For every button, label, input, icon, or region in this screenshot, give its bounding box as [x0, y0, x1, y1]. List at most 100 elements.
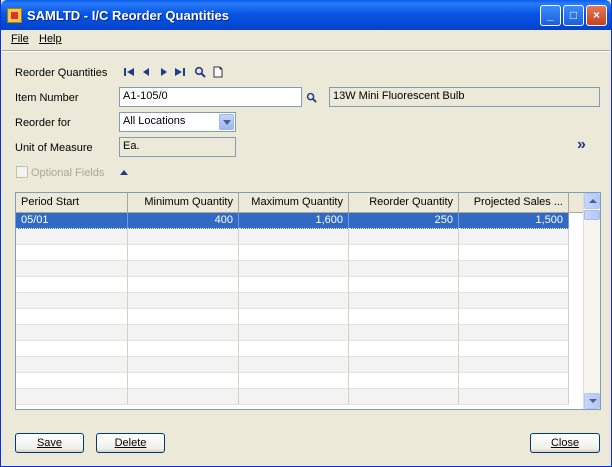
scroll-up-icon[interactable]	[584, 193, 600, 209]
scroll-down-icon[interactable]	[584, 393, 600, 409]
table-cell[interactable]	[349, 389, 459, 405]
table-row[interactable]	[16, 325, 586, 341]
table-cell[interactable]	[128, 261, 239, 277]
table-cell[interactable]	[128, 341, 239, 357]
table-row[interactable]	[16, 277, 586, 293]
optional-fields-checkbox[interactable]	[16, 166, 28, 178]
table-cell[interactable]	[459, 325, 569, 341]
item-number-input[interactable]: A1-105/0	[119, 87, 302, 107]
table-row[interactable]	[16, 293, 586, 309]
table-cell[interactable]	[16, 229, 128, 245]
table-cell[interactable]: 250	[349, 213, 459, 229]
scroll-thumb[interactable]	[584, 210, 600, 220]
table-cell[interactable]	[239, 357, 349, 373]
table-cell[interactable]	[459, 389, 569, 405]
maximize-button[interactable]: □	[563, 5, 584, 26]
table-cell[interactable]	[16, 325, 128, 341]
table-cell[interactable]	[459, 261, 569, 277]
table-cell[interactable]	[459, 309, 569, 325]
table-cell[interactable]	[16, 357, 128, 373]
table-cell[interactable]	[128, 325, 239, 341]
table-cell[interactable]	[349, 341, 459, 357]
new-document-icon[interactable]	[212, 66, 224, 78]
column-header[interactable]: Minimum Quantity	[128, 193, 239, 212]
table-cell[interactable]	[349, 325, 459, 341]
table-cell[interactable]	[459, 277, 569, 293]
table-cell[interactable]: 400	[128, 213, 239, 229]
table-cell[interactable]	[349, 245, 459, 261]
dropdown-arrow-icon[interactable]	[219, 114, 234, 130]
previous-record-icon[interactable]	[140, 66, 152, 78]
table-cell[interactable]	[128, 245, 239, 261]
table-cell[interactable]	[128, 229, 239, 245]
table-cell[interactable]	[128, 277, 239, 293]
table-cell[interactable]: 1,600	[239, 213, 349, 229]
table-cell[interactable]	[239, 389, 349, 405]
vertical-scrollbar[interactable]	[583, 193, 600, 409]
table-cell[interactable]	[239, 341, 349, 357]
table-cell[interactable]	[459, 341, 569, 357]
table-cell[interactable]	[16, 261, 128, 277]
table-cell[interactable]	[349, 309, 459, 325]
table-cell[interactable]	[128, 309, 239, 325]
table-cell[interactable]	[239, 373, 349, 389]
table-cell[interactable]	[239, 261, 349, 277]
menu-file[interactable]: File	[11, 33, 29, 45]
table-cell[interactable]	[239, 245, 349, 261]
table-cell[interactable]	[128, 293, 239, 309]
reorder-quantities-grid[interactable]: Period Start Minimum Quantity Maximum Quan…	[15, 192, 601, 410]
last-record-icon[interactable]	[174, 66, 186, 78]
table-cell[interactable]	[239, 293, 349, 309]
table-cell[interactable]	[128, 373, 239, 389]
table-cell[interactable]	[16, 277, 128, 293]
expand-icon[interactable]: »	[577, 136, 586, 154]
table-cell[interactable]	[16, 373, 128, 389]
table-cell[interactable]	[349, 261, 459, 277]
table-cell[interactable]	[239, 309, 349, 325]
table-row[interactable]	[16, 389, 586, 405]
table-cell[interactable]	[128, 357, 239, 373]
search-icon[interactable]	[194, 66, 206, 78]
table-row[interactable]	[16, 261, 586, 277]
table-cell[interactable]	[349, 357, 459, 373]
title-bar[interactable]: SAMLTD - I/C Reorder Quantities _ □ ×	[1, 0, 611, 30]
table-cell[interactable]	[349, 373, 459, 389]
delete-button[interactable]: Delete	[96, 433, 165, 453]
table-cell[interactable]	[16, 245, 128, 261]
save-button[interactable]: Save	[15, 433, 84, 453]
table-cell[interactable]	[16, 309, 128, 325]
close-window-button[interactable]: ×	[586, 5, 607, 26]
minimize-button[interactable]: _	[540, 5, 561, 26]
table-cell[interactable]	[349, 229, 459, 245]
table-cell[interactable]	[459, 229, 569, 245]
table-cell[interactable]	[349, 293, 459, 309]
column-header[interactable]: Period Start	[16, 193, 128, 212]
table-cell[interactable]	[16, 293, 128, 309]
table-row[interactable]	[16, 357, 586, 373]
table-row[interactable]	[16, 245, 586, 261]
table-row[interactable]: 05/01 400 1,600 250 1,500	[16, 213, 586, 229]
table-cell[interactable]	[128, 389, 239, 405]
table-cell[interactable]: 05/01	[16, 213, 128, 229]
collapse-arrow-icon[interactable]	[119, 169, 129, 176]
table-row[interactable]	[16, 309, 586, 325]
table-cell[interactable]	[16, 341, 128, 357]
reorder-for-select[interactable]: All Locations	[119, 112, 236, 132]
table-cell[interactable]	[459, 293, 569, 309]
unit-of-measure-field[interactable]: Ea.	[119, 137, 236, 157]
table-cell[interactable]	[459, 373, 569, 389]
table-cell[interactable]	[239, 229, 349, 245]
table-cell[interactable]	[239, 277, 349, 293]
table-cell[interactable]	[349, 277, 459, 293]
item-finder-search-icon[interactable]	[306, 92, 317, 103]
table-cell[interactable]: 1,500	[459, 213, 569, 229]
table-cell[interactable]	[459, 245, 569, 261]
table-row[interactable]	[16, 373, 586, 389]
table-cell[interactable]	[459, 357, 569, 373]
table-row[interactable]	[16, 229, 586, 245]
column-header[interactable]: Projected Sales ...	[459, 193, 569, 212]
first-record-icon[interactable]	[123, 66, 135, 78]
column-header[interactable]: Reorder Quantity	[349, 193, 459, 212]
table-row[interactable]	[16, 341, 586, 357]
column-header[interactable]: Maximum Quantity	[239, 193, 349, 212]
